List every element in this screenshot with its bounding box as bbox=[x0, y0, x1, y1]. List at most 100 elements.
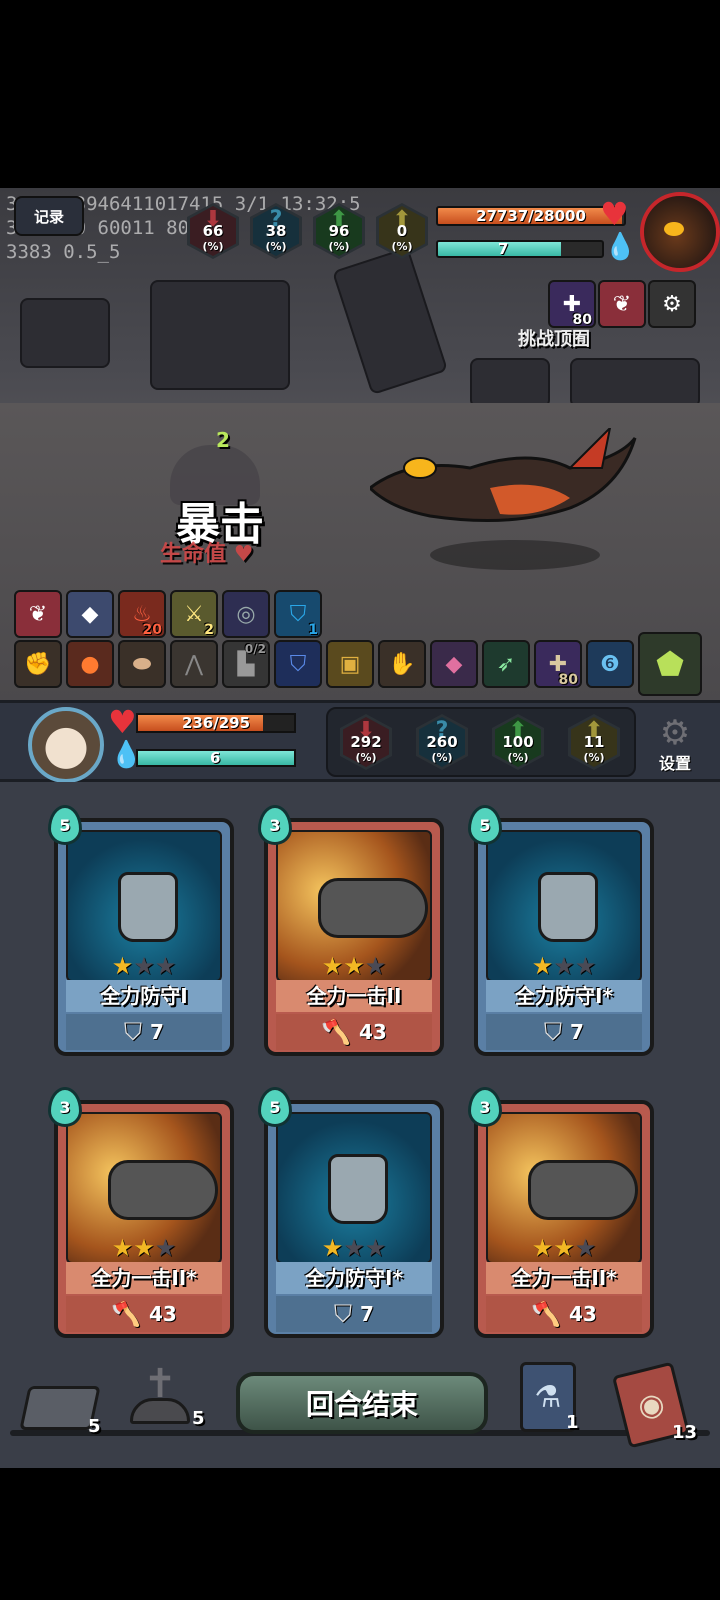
enemy-dragon[interactable] bbox=[370, 428, 640, 538]
card-full-strike[interactable]: ★★★ 全力一击II* 🪓 43 bbox=[474, 1100, 654, 1338]
stat-unit: (%) bbox=[431, 750, 453, 764]
draw-pile-count: 5 bbox=[88, 1416, 101, 1437]
stat-value: 292 bbox=[350, 732, 382, 751]
enemy-avatar[interactable] bbox=[640, 192, 720, 272]
crystal-icon[interactable]: ◆ bbox=[66, 590, 114, 638]
blue-shield-icon[interactable]: ⛉ bbox=[274, 640, 322, 688]
voodoo-icon[interactable]: ✚ 80 bbox=[548, 280, 596, 328]
fist-icon bbox=[108, 1160, 218, 1220]
buff-count: 2 bbox=[204, 622, 214, 638]
meat-icon[interactable]: ⬬ bbox=[118, 640, 166, 688]
stat-unit: (%) bbox=[328, 239, 350, 253]
player-avatar[interactable] bbox=[28, 707, 104, 783]
stat-value: 100 bbox=[502, 732, 534, 751]
discard-pile-button[interactable]: ◉ 13 bbox=[611, 1361, 697, 1449]
chest-icon[interactable]: ▣ bbox=[326, 640, 374, 688]
card-cost: 5 bbox=[468, 805, 502, 845]
card-cost: 3 bbox=[258, 805, 292, 845]
shield-icon: ⛉ bbox=[334, 1300, 353, 1328]
stat-unit: (%) bbox=[265, 239, 287, 253]
card-name: 全力一击II* bbox=[66, 1262, 222, 1294]
stat-value: 0 bbox=[396, 221, 408, 240]
heart-rune-icon[interactable]: ❦ bbox=[14, 590, 62, 638]
gem-icon[interactable]: ◆ bbox=[430, 640, 478, 688]
feather-icon[interactable]: ➶ bbox=[482, 640, 530, 688]
card-value: 43 bbox=[149, 1302, 177, 1326]
trap-icon[interactable]: ⋀ bbox=[170, 640, 218, 688]
armor-icon bbox=[328, 1154, 388, 1224]
buff-count: 1 bbox=[308, 622, 318, 638]
rock bbox=[150, 280, 290, 390]
water-stone-icon[interactable]: ❻ bbox=[586, 640, 634, 688]
armor-icon bbox=[538, 872, 598, 942]
card-footer: 🪓 43 bbox=[66, 1296, 222, 1332]
card-full-defense[interactable]: ★★★ 全力防守I* ⛉ 7 bbox=[474, 818, 654, 1056]
record-button[interactable]: 记录 bbox=[14, 196, 84, 236]
card-full-strike[interactable]: ★★★ 全力一击II* 🪓 43 bbox=[54, 1100, 234, 1338]
grave-pile-button[interactable]: ✝ 5 bbox=[130, 1364, 205, 1429]
card-value: 7 bbox=[360, 1302, 374, 1326]
card-stars: ★★★ bbox=[111, 1234, 177, 1262]
green-stone-icon[interactable]: ⬟ bbox=[638, 632, 702, 696]
buff-count: 80 bbox=[558, 672, 578, 688]
heart-rune-icon[interactable]: ❦ bbox=[598, 280, 646, 328]
draw-pile-button[interactable]: 5 bbox=[19, 1386, 101, 1437]
glove-icon[interactable]: ✊ bbox=[14, 640, 62, 688]
stat-value: 11 bbox=[583, 732, 605, 751]
grave-pile-count: 5 bbox=[192, 1408, 205, 1429]
card-cost: 3 bbox=[468, 1087, 502, 1127]
fist-icon bbox=[318, 878, 428, 938]
card-stars: ★★★ bbox=[321, 1234, 387, 1262]
stat-unit: (%) bbox=[202, 239, 224, 253]
buff-count: 20 bbox=[142, 622, 162, 638]
card-value: 43 bbox=[569, 1302, 597, 1326]
armor-icon bbox=[118, 872, 178, 942]
fire-apple-icon[interactable]: ● bbox=[66, 640, 114, 688]
enemy-hp-bar: 27737/28000 bbox=[436, 206, 626, 226]
rock bbox=[470, 358, 550, 408]
player-mana-bar: 6 bbox=[136, 749, 296, 767]
card-name: 全力一击II* bbox=[486, 1262, 642, 1294]
card-footer: ⛉ 7 bbox=[276, 1296, 432, 1332]
card-name: 全力一击II bbox=[276, 980, 432, 1012]
shield-icon: ⛉ bbox=[124, 1018, 143, 1046]
sword-glyph: ⚔ bbox=[184, 601, 204, 627]
stat-value: 96 bbox=[328, 221, 350, 240]
coin-icon[interactable]: ◎ bbox=[222, 590, 270, 638]
card-full-defense[interactable]: ★★★ 全力防守I ⛉ 7 bbox=[54, 818, 234, 1056]
heart-icon: ♥ bbox=[233, 542, 254, 567]
rock bbox=[331, 246, 449, 396]
enemy-hp-text: 27737/28000 bbox=[476, 207, 586, 225]
potion-button[interactable]: ⚗ 1 bbox=[520, 1362, 579, 1433]
flame-icon[interactable]: ♨ 20 bbox=[118, 590, 166, 638]
card-cost: 3 bbox=[48, 1087, 82, 1127]
settings-label: 设置 bbox=[658, 754, 691, 773]
voodoo-icon[interactable]: ✚ 80 bbox=[534, 640, 582, 688]
card-footer: 🪓 43 bbox=[276, 1014, 432, 1050]
boots-icon[interactable]: ▙ 0/2 bbox=[222, 640, 270, 688]
stat-unit: (%) bbox=[391, 239, 413, 253]
card-value: 7 bbox=[150, 1020, 164, 1044]
card-full-strike[interactable]: ★★★ 全力一击II 🪓 43 bbox=[264, 818, 444, 1056]
player-mana-text: 6 bbox=[210, 749, 221, 767]
top-letterbox bbox=[0, 0, 720, 188]
player-hp-bar: 236/295 bbox=[136, 713, 296, 733]
shield-icon[interactable]: ⛉ 1 bbox=[274, 590, 322, 638]
card-stars: ★★★ bbox=[321, 952, 387, 980]
damage-number: 2 bbox=[216, 428, 230, 452]
stat-unit: (%) bbox=[355, 750, 377, 764]
rock bbox=[570, 358, 700, 408]
potion-count: 1 bbox=[566, 1412, 579, 1433]
trap-icon[interactable]: ⚙ bbox=[648, 280, 696, 328]
stat-value: 38 bbox=[265, 221, 287, 240]
card-stars: ★★★ bbox=[531, 952, 597, 980]
settings-button[interactable]: ⚙ 设置 bbox=[650, 716, 700, 774]
card-full-defense[interactable]: ★★★ 全力防守I* ⛉ 7 bbox=[264, 1100, 444, 1338]
card-name: 全力防守I bbox=[66, 980, 222, 1012]
gauntlet-icon[interactable]: ✋ bbox=[378, 640, 426, 688]
end-turn-button[interactable]: 回合结束 bbox=[236, 1372, 488, 1434]
grave-mound bbox=[130, 1398, 190, 1424]
axe-icon: 🪓 bbox=[111, 1300, 142, 1328]
axe-icon: 🪓 bbox=[531, 1300, 562, 1328]
sword-icon[interactable]: ⚔ 2 bbox=[170, 590, 218, 638]
